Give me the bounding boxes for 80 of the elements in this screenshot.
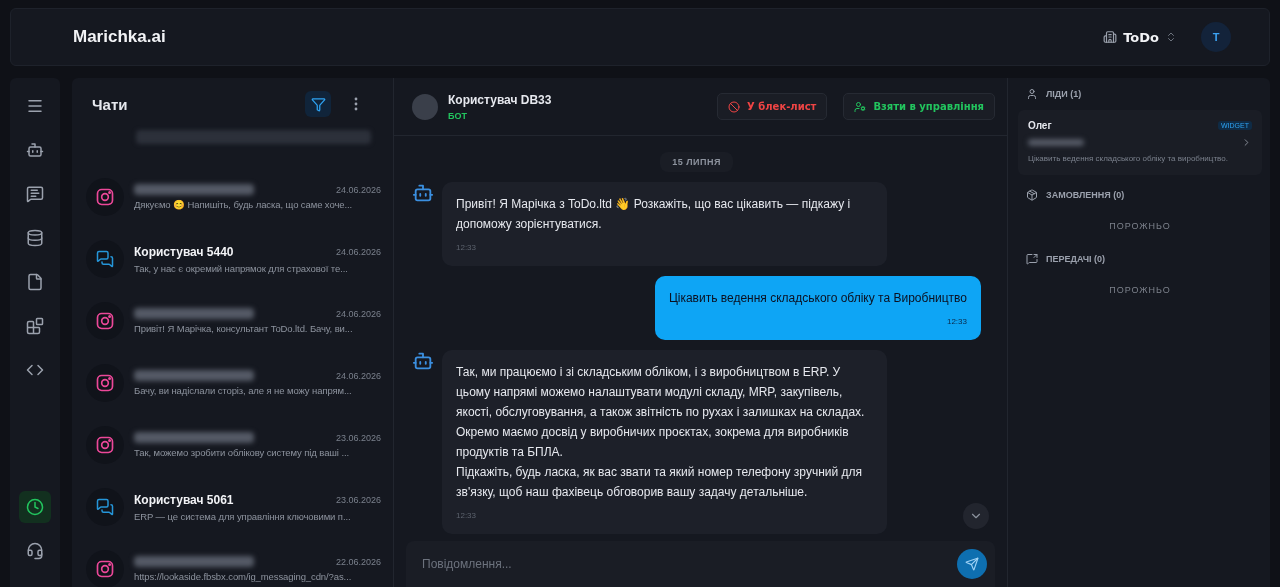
message-input[interactable]: Повідомлення... bbox=[406, 541, 995, 587]
chat-date: 23.06.2026 bbox=[335, 432, 381, 443]
menu-icon bbox=[26, 97, 44, 115]
chat-preview: https://lookaside.fbsbx.com/ig_messaging_cdn/?as... bbox=[134, 571, 353, 582]
empty-label: ПОРОЖНЬО bbox=[1108, 220, 1172, 233]
message-time: 12:33 bbox=[456, 242, 477, 254]
chat-date: 24.06.2026 bbox=[335, 308, 381, 319]
chat-list-item[interactable]: 24.06.2026 Бачу, ви надіслали сторіз, але я не можу напрям... bbox=[72, 352, 393, 414]
building-icon bbox=[1103, 30, 1118, 44]
mode-label: БОТ bbox=[448, 110, 468, 121]
user-avatar bbox=[412, 93, 438, 120]
camera-app-icon bbox=[95, 559, 115, 579]
filter-button[interactable] bbox=[305, 91, 331, 117]
chat-preview: Так, можемо зробити облікову систему під ваші ... bbox=[134, 447, 350, 458]
ban-icon bbox=[728, 100, 741, 113]
message-time: 12:33 bbox=[456, 510, 477, 522]
bot-avatar-icon bbox=[412, 182, 434, 204]
chat-name: Користувач 5061 bbox=[134, 492, 234, 507]
chat-icon bbox=[26, 185, 44, 203]
chat-bubbles-icon bbox=[96, 250, 114, 268]
empty-label: ПОРОЖНЬО bbox=[1108, 284, 1172, 297]
database-icon bbox=[26, 229, 44, 247]
chat-date: 23.06.2026 bbox=[335, 494, 381, 505]
section-title: ЛІДИ (1) bbox=[1046, 89, 1082, 99]
date-separator: 15 ЛИПНЯ bbox=[660, 152, 733, 172]
camera-app-icon bbox=[95, 435, 115, 455]
camera-app-icon bbox=[95, 373, 115, 393]
section-title: ПЕРЕДАЧІ (0) bbox=[1046, 254, 1106, 264]
orders-icon bbox=[1026, 189, 1038, 201]
blocks-icon bbox=[26, 317, 44, 335]
chat-date: 24.06.2026 bbox=[335, 246, 381, 257]
chat-date: 24.06.2026 bbox=[335, 370, 381, 381]
message-text: Окремо маємо досвід у виробничих проєктах, зокрема для виробників продуктів та БПЛА. bbox=[456, 424, 850, 461]
chat-preview: Бачу, ви надіслали сторіз, але я не можу напрям... bbox=[134, 385, 353, 396]
filter-icon bbox=[310, 96, 326, 112]
headset-icon bbox=[26, 542, 44, 560]
section-title: ЗАМОВЛЕННЯ (0) bbox=[1046, 190, 1125, 200]
app-title: Marichka.ai bbox=[73, 27, 167, 47]
company-switcher[interactable]: ToDo bbox=[1103, 29, 1177, 45]
blurred-contact bbox=[1028, 139, 1084, 146]
camera-app-icon bbox=[95, 187, 115, 207]
chats-title: Чати bbox=[92, 95, 129, 113]
message-text: Так, ми працюємо і зі складським обліком, і з виробництвом в ERP. У цьому напрямі можемо налаштувати модулі складу, MRP, закупівель, якості, обслуговування, а також звітність по рухах і залишках на складах. bbox=[456, 364, 866, 421]
more-icon bbox=[354, 97, 358, 111]
chevrons-icon bbox=[1165, 31, 1177, 43]
user-cog-icon bbox=[854, 100, 867, 113]
chat-bubbles-icon bbox=[96, 498, 114, 516]
lead-name: Олег bbox=[1028, 120, 1052, 131]
clock-nav-button[interactable] bbox=[19, 491, 51, 523]
chat-preview: Привіт! Я Марічка, консультант ToDo.ltd. Бачу, ви... bbox=[134, 323, 354, 334]
message-time: 12:33 bbox=[946, 316, 967, 328]
chat-list-item[interactable]: Користувач 5061 23.06.2026 ERP — це система для управління ключовими п... bbox=[72, 476, 393, 538]
chat-preview: Дякуємо 😊 Напишіть, будь ласка, що саме хоче... bbox=[134, 199, 354, 210]
chat-list-item[interactable]: 24.06.2026 Дякуємо 😊 Напишіть, будь ласка, що саме хоче... bbox=[72, 166, 393, 228]
file-icon bbox=[26, 273, 44, 291]
chat-name: Користувач 5440 bbox=[134, 244, 234, 259]
message-text: Цікавить ведення складського обліку та Виробництво bbox=[668, 290, 967, 307]
bot-icon bbox=[26, 141, 44, 159]
lead-note: Цікавить ведення складського обліку та виробництво. bbox=[1028, 154, 1229, 163]
chat-list-item[interactable]: 24.06.2026 Привіт! Я Марічка, консультант ToDo.ltd. Бачу, ви... bbox=[72, 290, 393, 352]
message-text: Привіт! Я Марічка з ToDo.ltd 👋 Розкажіть, що вас цікавить — підкажу і допоможу зорієнтуватися. bbox=[456, 196, 852, 233]
takeover-button[interactable]: Взяти в управління bbox=[843, 93, 995, 120]
chat-list-item[interactable]: Користувач 5440 24.06.2026 Так, у нас є окремий напрямок для страхової те... bbox=[72, 228, 393, 290]
leads-icon bbox=[1026, 88, 1038, 100]
chat-preview: Так, у нас є окремий напрямок для страхової те... bbox=[134, 262, 349, 274]
chat-list-item[interactable]: 22.06.2026 https://lookaside.fbsbx.com/ig_messaging_cdn/?as... bbox=[72, 538, 393, 587]
user-name: Користувач DB33 bbox=[448, 92, 553, 107]
bot-avatar-icon bbox=[412, 350, 434, 372]
scroll-down-button[interactable] bbox=[963, 503, 989, 529]
message-text: Підкажіть, будь ласка, як вас звати та який номер телефону зручний для зв'язку, щоб наш фахівець обговорив вашу задачу детальніше. bbox=[456, 464, 863, 501]
user-avatar[interactable]: T bbox=[1201, 22, 1231, 52]
chat-date: 24.06.2026 bbox=[335, 184, 381, 195]
blacklist-button[interactable]: У блек-лист bbox=[717, 93, 828, 120]
chat-date: 22.06.2026 bbox=[335, 556, 381, 567]
send-icon bbox=[965, 557, 979, 571]
camera-app-icon bbox=[95, 311, 115, 331]
chat-preview: ERP — це система для управління ключовими п... bbox=[134, 510, 352, 522]
clock-icon bbox=[26, 498, 44, 516]
chat-list-item[interactable]: 23.06.2026 Так, можемо зробити облікову систему під ваші ... bbox=[72, 414, 393, 476]
transfers-icon bbox=[1026, 253, 1038, 265]
